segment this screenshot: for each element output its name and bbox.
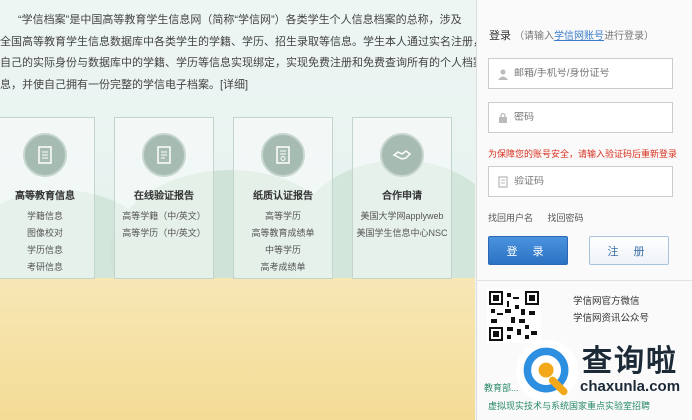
card-title: 在线验证报告 xyxy=(134,191,194,202)
register-button[interactable]: 注 册 xyxy=(589,236,669,265)
intro-text: “学信档案”是中国高等教育学生信息网（简称“学信网”）各类学生个人信息档案的总称… xyxy=(0,10,495,96)
card-link[interactable]: 图像校对 xyxy=(0,225,94,242)
report-icon xyxy=(142,133,186,177)
document-icon xyxy=(23,133,67,177)
card-link[interactable]: 中等学历 xyxy=(234,242,332,259)
card-link[interactable]: 高等学籍（中/英文） xyxy=(115,208,213,225)
login-header: 登录 （请输入学信网账号进行登录） xyxy=(489,27,654,43)
login-button[interactable]: 登 录 xyxy=(488,236,568,265)
username-input[interactable] xyxy=(514,68,664,79)
find-username-link[interactable]: 找回用户名 xyxy=(488,213,533,223)
captcha-icon xyxy=(498,175,508,188)
card-higher-education[interactable]: 高等教育信息 学籍信息 图像校对 学历信息 考研信息 xyxy=(0,117,95,279)
card-link[interactable]: 美国大学网applyweb xyxy=(353,208,451,225)
username-field[interactable] xyxy=(488,58,673,89)
security-warning: 为保障您的账号安全，请输入验证码后重新登录 xyxy=(488,149,678,159)
find-password-link[interactable]: 找回密码 xyxy=(548,213,584,223)
chaxunla-watermark: 查询啦 chaxunla.com xyxy=(516,330,692,420)
card-title: 纸质认证报告 xyxy=(253,191,313,202)
ministry-caption[interactable]: 教育部... xyxy=(484,381,519,394)
card-link[interactable]: 学籍信息 xyxy=(0,208,94,225)
handshake-icon xyxy=(380,133,424,177)
recovery-links: 找回用户名 找回密码 xyxy=(488,211,596,224)
divider xyxy=(477,280,692,281)
sand-ground xyxy=(0,278,475,420)
intro-line: 自己的实际身份与数据库中的学籍、学历等信息实现绑定，实现免费注册和免费查询所有的… xyxy=(0,57,495,69)
account-link[interactable]: 学信网账号 xyxy=(554,31,604,42)
card-link[interactable]: 美国学生信息中心NSC xyxy=(353,225,451,242)
hint-text: （请输入 xyxy=(514,31,555,42)
card-link[interactable]: 高考成绩单 xyxy=(234,259,332,276)
password-field[interactable] xyxy=(488,102,673,133)
card-paper-certificate[interactable]: 纸质认证报告 高等学历 高等教育成绩单 中等学历 高考成绩单 xyxy=(233,117,333,279)
card-online-report[interactable]: 在线验证报告 高等学籍（中/英文） 高等学历（中/英文） xyxy=(114,117,214,279)
intro-line: 全国高等教育学生信息数据库中各类学生的学籍、学历、招生录取等信息。学生本人通过实… xyxy=(0,35,495,48)
watermark-en: chaxunla.com xyxy=(580,378,681,395)
captcha-field[interactable] xyxy=(488,166,673,197)
card-link[interactable]: 高等学历 xyxy=(234,208,332,225)
card-link[interactable]: 考研信息 xyxy=(0,259,94,276)
qr-label-news: 学信网资讯公众号 xyxy=(573,313,650,324)
user-icon xyxy=(498,69,508,80)
card-link[interactable]: 高等教育成绩单 xyxy=(234,225,332,242)
card-link[interactable]: 学历信息 xyxy=(0,242,94,259)
card-cooperation[interactable]: 合作申请 美国大学网applyweb 美国学生信息中心NSC xyxy=(352,117,452,279)
intro-line: “学信档案”是中国高等教育学生信息网（简称“学信网”）各类学生个人信息档案的总称… xyxy=(18,14,462,26)
watermark-cn: 查询啦 xyxy=(582,345,678,378)
lock-icon xyxy=(499,112,507,123)
card-title: 高等教育信息 xyxy=(15,191,75,202)
login-hint: （请输入学信网账号进行登录） xyxy=(514,31,654,42)
card-link[interactable]: 高等学历（中/英文） xyxy=(115,225,213,242)
intro-line: 息，并使自己拥有一份完整的学信电子档案。[详细] xyxy=(0,78,249,91)
card-title: 合作申请 xyxy=(382,191,422,202)
qr-label-official: 学信网官方微信 xyxy=(573,296,640,307)
certificate-icon xyxy=(261,133,305,177)
watermark-logo-icon xyxy=(516,340,578,402)
password-input[interactable] xyxy=(514,112,664,123)
hint-text: 进行登录） xyxy=(604,31,655,42)
captcha-input[interactable] xyxy=(514,176,664,187)
login-title: 登录 xyxy=(489,30,511,42)
